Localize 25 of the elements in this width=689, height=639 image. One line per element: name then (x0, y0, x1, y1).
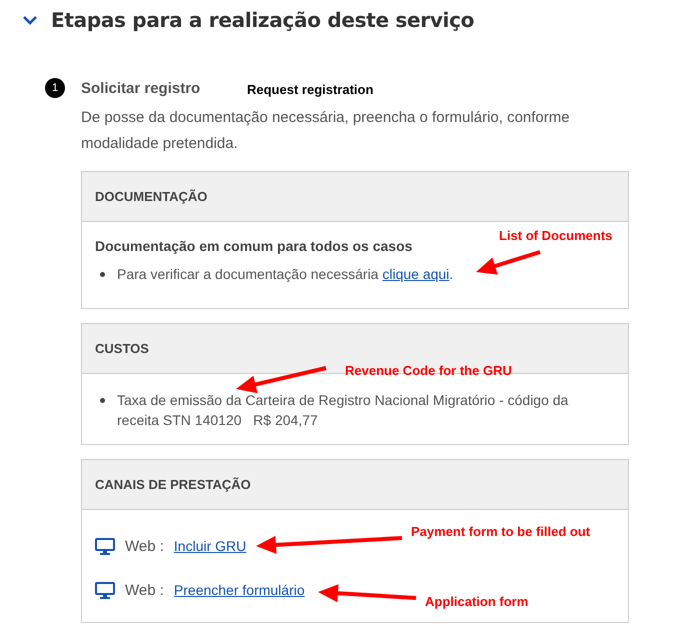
card-subtitle: Documentação em comum para todos os casos (95, 238, 414, 254)
annotation-text: Request registration (247, 82, 374, 97)
bullet-icon (100, 272, 105, 277)
card-title: DOCUMENTAÇÃO (95, 189, 208, 204)
section-title: Etapas para a realização deste serviço (51, 8, 474, 32)
step-title: Solicitar registro (81, 80, 200, 96)
chevron-icon[interactable] (22, 14, 38, 26)
annotation-text: List of Documents (499, 228, 612, 243)
annotation-text: Revenue Code for the GRU (345, 363, 512, 378)
list-item-text: Taxa de emissão da Carteira de Registro Nacional Migratório - código da receita STN 140120 R$ 204,77 (117, 391, 570, 430)
annotation-text: Payment form to be filled out (411, 524, 590, 539)
link[interactable]: Preencher formulário (174, 582, 305, 598)
channel-label: Web : (125, 582, 164, 598)
annotation-text: Application form (425, 594, 528, 609)
monitor-icon (95, 582, 115, 598)
step-description: De posse da documentação necessária, preencha o formulário, conforme modalidade pretendida. (81, 108, 571, 154)
link[interactable]: clique aqui (382, 266, 450, 282)
bullet-icon (100, 398, 105, 403)
card-title: CUSTOS (95, 341, 149, 356)
link[interactable]: Incluir GRU (174, 538, 246, 554)
channel-label: Web : (125, 538, 164, 554)
list-item-text: Para verificar a documentação necessária clique aqui. (117, 265, 454, 284)
card-title: CANAIS DE PRESTAÇÃO (95, 477, 251, 492)
monitor-icon (95, 538, 115, 554)
step-number: 1 (45, 78, 65, 98)
